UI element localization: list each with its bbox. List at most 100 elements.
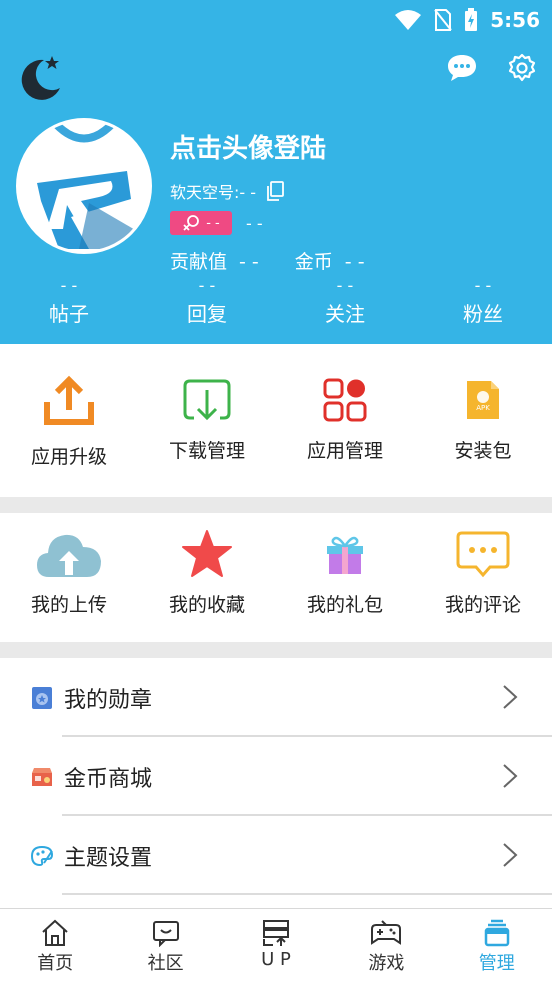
comment-icon xyxy=(456,531,510,578)
my-content-grid: 我的上传 我的收藏 我的礼包 我的评论 xyxy=(0,526,552,617)
wifi-icon xyxy=(395,10,422,30)
contribution-label: 贡献值 xyxy=(170,251,228,273)
count-value: - - xyxy=(474,276,492,295)
tab-label: 社区 xyxy=(147,953,184,974)
chevron-right-icon xyxy=(503,685,518,709)
profile-counts: - - 帖子 - - 回复 - - 关注 - - 粉丝 xyxy=(0,276,552,327)
tab-home[interactable]: 首页 xyxy=(0,909,110,983)
profile-info: 点击头像登陆 软天空号:- - - - - - 贡献值 - - 金币 - - xyxy=(170,128,365,274)
menu-item-theme-settings[interactable]: 主题设置 xyxy=(0,816,552,895)
contribution-stat: 贡献值 - - xyxy=(170,247,259,274)
contribution-value: - - xyxy=(239,251,259,273)
my-uploads-item[interactable]: 我的上传 xyxy=(0,526,138,617)
count-value: - - xyxy=(336,276,354,295)
count-value: - - xyxy=(198,276,216,295)
my-gifts-item[interactable]: 我的礼包 xyxy=(276,526,414,617)
count-label: 回复 xyxy=(187,302,227,326)
coins-label: 金币 xyxy=(294,251,333,273)
grid-label: 应用升级 xyxy=(30,446,107,468)
no-sim-icon xyxy=(434,9,453,31)
gear-icon xyxy=(508,53,536,82)
grid-label: 我的收藏 xyxy=(168,594,245,616)
community-icon xyxy=(152,921,179,947)
app-manager-item[interactable]: 应用管理 xyxy=(276,372,414,469)
bottom-tab-bar: 首页 社区 U P 游戏 管理 xyxy=(0,908,552,983)
menu-label: 金币商城 xyxy=(64,766,153,792)
home-icon xyxy=(42,919,68,946)
menu-label: 主题设置 xyxy=(64,845,153,871)
apps-grid-icon xyxy=(323,378,367,422)
menu-label: 我的勋章 xyxy=(64,687,153,713)
tab-label: 首页 xyxy=(37,953,74,974)
shop-icon xyxy=(32,767,52,786)
app-upgrade-item[interactable]: 应用升级 xyxy=(0,372,138,469)
night-mode-toggle[interactable] xyxy=(16,52,66,106)
badge-value: - - xyxy=(206,215,220,231)
grid-label: 我的上传 xyxy=(30,594,107,616)
download-manager-item[interactable]: 下载管理 xyxy=(138,372,276,469)
apk-packages-item[interactable]: APK 安装包 xyxy=(414,372,552,469)
count-posts[interactable]: - - 帖子 xyxy=(0,276,138,327)
count-fans[interactable]: - - 粉丝 xyxy=(414,276,552,327)
gamepad-icon xyxy=(371,920,402,945)
account-id: 软天空号:- - xyxy=(170,183,257,202)
battery-icon xyxy=(465,8,478,31)
tab-label: U P xyxy=(261,949,291,970)
my-comments-item[interactable]: 我的评论 xyxy=(414,526,552,617)
tab-label: 管理 xyxy=(478,953,515,974)
count-following[interactable]: - - 关注 xyxy=(276,276,414,327)
svg-text:APK: APK xyxy=(476,404,490,412)
grid-label: 我的评论 xyxy=(444,594,521,616)
my-favorites-item[interactable]: 我的收藏 xyxy=(138,526,276,617)
copy-icon[interactable] xyxy=(264,180,286,202)
coins-stat: 金币 - - xyxy=(295,247,365,274)
count-value: - - xyxy=(60,276,78,295)
login-prompt[interactable]: 点击头像登陆 xyxy=(170,128,365,165)
list-divider xyxy=(62,893,552,895)
grid-label: 应用管理 xyxy=(306,440,383,462)
grid-label: 安装包 xyxy=(454,440,512,462)
count-label: 关注 xyxy=(325,302,365,326)
tab-label: 游戏 xyxy=(368,953,405,974)
clock: 5:56 xyxy=(490,8,540,32)
menu-item-medals[interactable]: 我的勋章 xyxy=(0,658,552,737)
section-divider xyxy=(0,642,552,658)
chevron-right-icon xyxy=(503,764,518,788)
moon-star-icon xyxy=(21,56,61,100)
app-tools-grid: 应用升级 下载管理 应用管理 APK 安装包 xyxy=(0,372,552,469)
count-label: 粉丝 xyxy=(463,302,503,326)
gender-female-icon xyxy=(183,215,200,231)
avatar[interactable] xyxy=(16,118,152,254)
settings-button[interactable] xyxy=(506,52,538,84)
tab-manage[interactable]: 管理 xyxy=(442,909,552,983)
up-server-icon xyxy=(262,920,289,946)
settings-menu: 我的勋章 金币商城 主题设置 xyxy=(0,658,552,895)
star-icon xyxy=(182,530,232,577)
section-divider xyxy=(0,497,552,513)
gift-icon xyxy=(327,536,363,574)
coins-value: - - xyxy=(344,251,365,273)
status-badge: - - xyxy=(170,211,232,235)
chat-bubble-icon xyxy=(448,55,476,81)
count-replies[interactable]: - - 回复 xyxy=(138,276,276,327)
grid-label: 下载管理 xyxy=(168,440,245,462)
tab-games[interactable]: 游戏 xyxy=(331,909,441,983)
download-icon xyxy=(183,379,231,421)
badge-extra: - - xyxy=(246,213,263,233)
cloud-upload-icon xyxy=(37,534,101,577)
app-logo-icon xyxy=(19,121,149,251)
tab-community[interactable]: 社区 xyxy=(110,909,220,983)
medal-icon xyxy=(32,686,52,709)
apk-file-icon: APK xyxy=(467,381,499,419)
menu-item-coin-shop[interactable]: 金币商城 xyxy=(0,737,552,816)
upload-tray-icon xyxy=(44,375,94,425)
chevron-right-icon xyxy=(503,843,518,867)
status-bar: 5:56 xyxy=(394,6,540,34)
count-label: 帖子 xyxy=(49,302,89,326)
grid-label: 我的礼包 xyxy=(306,594,383,616)
manage-icon xyxy=(484,919,509,947)
tab-up[interactable]: U P xyxy=(221,909,331,983)
messages-button[interactable] xyxy=(446,52,478,84)
palette-icon xyxy=(30,845,54,866)
profile-header: 5:56 点击头像登陆 软天空号:- - - - - - 贡献值 - - 金币 … xyxy=(0,0,552,344)
